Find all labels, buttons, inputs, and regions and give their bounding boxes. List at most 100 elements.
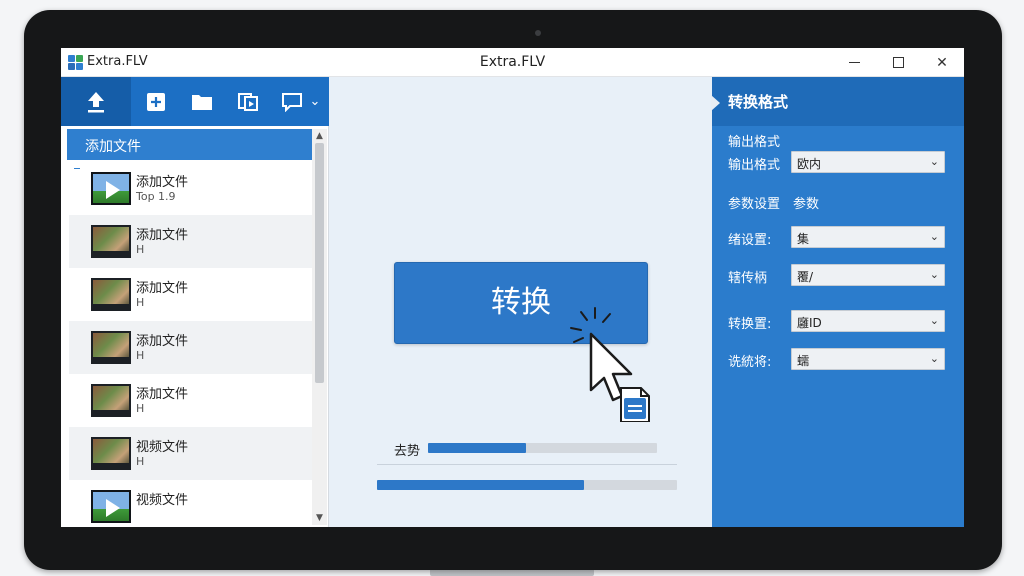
video-thumbnail [91,490,131,523]
settings-title: 转换格式 [728,93,789,111]
setting-row4-value: 蠕 [797,354,810,368]
folder-icon [192,95,212,110]
file-list-header[interactable]: 添加文件 [67,129,312,160]
play-icon [106,181,120,199]
settings-panel: 转换格式 输出格式 输出格式 欧内 ⌄ 参数设置 参数 绪设置: 集 ⌄ 辖传柄… [711,77,964,527]
app-window: Extra.FLV Extra.FLV ✕ ⌄ 添加文件 添加文件 Top 1.… [61,48,964,527]
setting-row1-select[interactable]: 集 ⌄ [791,226,945,248]
file-detail: H [136,296,145,309]
file-list-item[interactable]: 添加文件 Top 1.9 [69,162,312,215]
copy-button[interactable] [227,77,269,126]
file-name: 添加文件 [136,387,189,402]
collapse-caret-icon[interactable] [711,95,720,111]
setting-row3-select[interactable]: 廱ID ⌄ [791,310,945,332]
upload-icon [88,91,104,112]
file-list-item[interactable]: 添加文件 H [69,268,312,321]
image-thumbnail [91,384,131,417]
play-icon [106,499,120,517]
progress-bar-primary [428,443,657,453]
progress-fill-overall [377,480,584,490]
window-title: Extra.FLV [479,54,546,70]
comment-icon [282,92,302,112]
film-strip [93,463,129,468]
maximize-icon [892,57,904,68]
image-thumbnail [91,437,131,470]
film-strip [93,410,129,415]
setting-row3-value: 廱ID [797,316,822,330]
file-list-item[interactable]: 添加文件 H [69,374,312,427]
setting-row2-select[interactable]: 覆/ ⌄ [791,264,945,286]
file-name: 添加文件 [136,334,189,349]
progress-bar-overall [377,480,677,490]
progress-fill-primary [428,443,527,453]
output-section-label: 输出格式 [728,135,781,150]
progress-label: 去势 [394,444,421,459]
upload-button[interactable] [61,77,131,126]
file-detail: H [136,349,145,362]
close-icon: ✕ [936,54,948,71]
copy-icon [238,92,258,111]
app-logo-icon [68,55,83,70]
toolbar-dropdown[interactable]: ⌄ [301,77,329,126]
params-value: 参数 [793,197,820,212]
setting-row1-value: 集 [797,232,810,246]
file-name: 添加文件 [136,175,189,190]
file-name: 视频文件 [136,440,189,455]
output-format-select[interactable]: 欧内 ⌄ [791,151,945,173]
file-panel: ⌄ 添加文件 添加文件 Top 1.9 添加文件 H 添加文件 H 添加文件 H 添加文件 H 视频… [61,77,329,527]
setting-row3-label: 转换置: [728,317,772,332]
file-name: 添加文件 [136,281,189,296]
minimize-button[interactable] [832,48,876,77]
file-name: 视频文件 [136,493,189,508]
add-file-button[interactable] [135,77,177,126]
close-button[interactable]: ✕ [920,48,964,77]
file-name: 添加文件 [136,228,189,243]
chevron-down-icon: ⌄ [309,94,321,109]
chevron-down-icon: ⌄ [929,155,939,168]
open-folder-button[interactable] [181,77,223,126]
setting-row2-value: 覆/ [797,270,814,284]
setting-row4-label: 诜統将: [728,355,772,370]
chevron-down-icon: ⌄ [929,314,939,327]
webcam [535,30,541,36]
chevron-down-icon: ⌄ [929,352,939,365]
toolbar: ⌄ [61,77,329,126]
file-list-item[interactable]: 添加文件 H [69,215,312,268]
file-list-item[interactable]: 视频文件 H [69,427,312,480]
file-list: 添加文件 添加文件 Top 1.9 添加文件 H 添加文件 H 添加文件 H 添加文件 H 视频文件… [61,126,329,527]
film-strip [93,251,129,256]
image-thumbnail [91,278,131,311]
divider [377,464,677,465]
scroll-thumb[interactable] [315,143,324,383]
add-icon [147,92,165,111]
title-bar: Extra.FLV Extra.FLV ✕ [61,48,964,77]
film-strip [93,357,129,362]
app-name: Extra.FLV [87,54,148,69]
setting-row2-label: 辖传柄 [728,271,768,286]
setting-row1-label: 绪设置: [728,233,772,248]
scroll-down-icon[interactable]: ▼ [312,511,327,525]
settings-header: 转换格式 [711,77,964,126]
setting-row4-select[interactable]: 蠕 ⌄ [791,348,945,370]
minimize-icon [848,62,860,63]
film-strip [93,304,129,309]
chevron-down-icon: ⌄ [929,268,939,281]
maximize-button[interactable] [876,48,920,77]
file-detail: H [136,402,145,415]
scroll-up-icon[interactable]: ▲ [312,129,327,143]
convert-area: 转换 去势 [329,77,712,527]
output-format-value: 欧内 [797,157,822,171]
image-thumbnail [91,225,131,258]
file-list-item[interactable]: 视频文件 [69,480,312,527]
file-detail: H [136,243,145,256]
chevron-down-icon: ⌄ [929,230,939,243]
file-detail: H [136,455,145,468]
click-cursor-icon [559,302,659,423]
file-list-item[interactable]: 添加文件 H [69,321,312,374]
file-list-scrollbar[interactable]: ▲ ▼ [312,129,327,525]
output-format-label: 输出格式 [728,158,781,173]
selection-marker [74,168,80,169]
params-label: 参数设置 [728,197,781,212]
video-thumbnail [91,172,131,205]
image-thumbnail [91,331,131,364]
